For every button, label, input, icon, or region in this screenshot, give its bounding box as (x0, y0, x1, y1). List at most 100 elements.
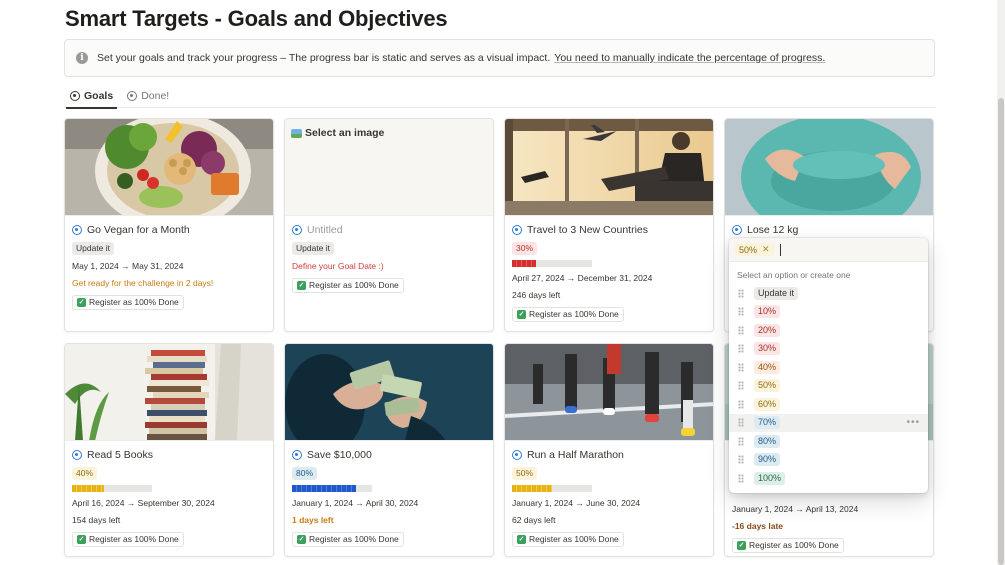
option-label: 60% (754, 397, 781, 411)
select-input[interactable]: 50% ✕ (729, 238, 928, 262)
register-done-button[interactable]: ✓ Register as 100% Done (292, 278, 404, 293)
drag-handle-icon[interactable] (738, 325, 744, 335)
dropdown-option[interactable]: 10% (729, 303, 928, 322)
text-caret (779, 243, 781, 256)
dropdown-option[interactable]: 90% (729, 451, 928, 470)
scrollbar[interactable] (997, 0, 1005, 565)
drag-handle-icon[interactable] (738, 288, 744, 298)
goal-icon (512, 449, 522, 460)
dropdown-option[interactable]: 20% (729, 321, 928, 340)
drag-handle-icon[interactable] (738, 455, 744, 465)
progress-bar (72, 485, 152, 492)
callout-link[interactable]: You need to manually indicate the percen… (554, 52, 825, 64)
date-range: April 27, 2024 → December 31, 2024 (512, 273, 653, 283)
view-tabs: Goals Done! (64, 84, 935, 109)
goal-card[interactable]: Read 5 Books 40% April 16, 2024 → Septem… (64, 343, 274, 557)
drag-handle-icon[interactable] (738, 362, 744, 372)
check-icon: ✓ (517, 310, 526, 319)
tab-goals[interactable]: Goals (64, 84, 119, 109)
progress-tag[interactable]: 80% (292, 467, 318, 480)
progress-bar (292, 485, 372, 492)
goal-icon (72, 224, 82, 235)
tab-done[interactable]: Done! (121, 84, 175, 108)
dropdown-option[interactable]: Update it (729, 284, 928, 303)
goal-icon (732, 224, 742, 235)
card-title: Untitled (292, 222, 486, 237)
status-text: 1 days left (292, 515, 334, 525)
progress-tag[interactable]: 50% (512, 467, 538, 480)
remove-chip-icon[interactable]: ✕ (762, 244, 770, 255)
selected-chip: 50% ✕ (735, 243, 774, 256)
check-icon: ✓ (77, 298, 86, 307)
register-done-button[interactable]: ✓ Register as 100% Done (512, 307, 624, 322)
goal-icon (292, 224, 302, 235)
info-icon: i (76, 52, 88, 64)
dropdown-option[interactable]: 50% (729, 377, 928, 396)
card-title: Save $10,000 (292, 447, 486, 462)
cover-image (725, 119, 933, 216)
drag-handle-icon[interactable] (738, 381, 744, 391)
progress-bar-fill (512, 485, 552, 492)
option-label: 10% (754, 305, 781, 319)
drag-handle-icon[interactable] (738, 399, 744, 409)
drag-handle-icon[interactable] (738, 344, 744, 354)
status-text: 246 days left (512, 290, 561, 300)
status-text: Define your Goal Date :) (292, 261, 384, 271)
progress-tag[interactable]: Update it (72, 242, 115, 255)
target-icon (127, 91, 138, 101)
select-image-label[interactable]: Select an image (291, 127, 384, 139)
status-text: 154 days left (72, 515, 121, 525)
goal-card[interactable]: Save $10,000 80% January 1, 2024 → April… (284, 343, 494, 557)
check-icon: ✓ (737, 541, 746, 550)
dropdown-option[interactable]: 70% ••• (729, 413, 928, 432)
date-range: January 1, 2024 → April 30, 2024 (292, 498, 419, 508)
drag-handle-icon[interactable] (738, 418, 744, 428)
card-title: Travel to 3 New Countries (512, 222, 706, 237)
progress-tag[interactable]: 30% (512, 242, 538, 255)
card-title: Read 5 Books (72, 447, 266, 462)
progress-bar (512, 260, 592, 267)
register-done-button[interactable]: ✓ Register as 100% Done (292, 532, 404, 547)
option-label: Update it (754, 286, 799, 300)
status-text: 62 days left (512, 515, 556, 525)
goal-card[interactable]: Travel to 3 New Countries 30% April 27, … (504, 118, 714, 332)
option-label: 30% (754, 342, 781, 356)
register-done-button[interactable]: ✓ Register as 100% Done (72, 532, 184, 547)
date-range: May 1, 2024 → May 31, 2024 (72, 261, 184, 271)
check-icon: ✓ (297, 281, 306, 290)
goal-card[interactable]: Go Vegan for a Month Update it May 1, 20… (64, 118, 274, 332)
option-label: 50% (754, 379, 781, 393)
dropdown-option[interactable]: 60% (729, 395, 928, 414)
progress-bar-fill (72, 485, 104, 492)
status-text: -16 days late (732, 521, 784, 531)
dropdown-option[interactable]: 100% (729, 469, 928, 488)
more-options-icon[interactable]: ••• (906, 417, 920, 428)
scrollbar-thumb[interactable] (998, 98, 1004, 565)
progress-select-dropdown: 50% ✕ Select an option or create one Upda… (729, 238, 928, 493)
card-title: Run a Half Marathon (512, 447, 706, 462)
cover-placeholder[interactable]: Select an image (285, 119, 493, 216)
goal-card[interactable]: Select an image Untitled Update it Defin… (284, 118, 494, 332)
dropdown-option[interactable]: 80% (729, 432, 928, 451)
goal-card[interactable]: Run a Half Marathon 50% January 1, 2024 … (504, 343, 714, 557)
drag-handle-icon[interactable] (738, 436, 744, 446)
dropdown-option[interactable]: 30% (729, 340, 928, 359)
progress-bar-fill (512, 260, 536, 267)
progress-tag[interactable]: 40% (72, 467, 98, 480)
dropdown-option[interactable]: 40% (729, 358, 928, 377)
goal-icon (512, 224, 522, 235)
cover-image (65, 344, 273, 441)
drag-handle-icon[interactable] (738, 307, 744, 317)
progress-tag[interactable]: Update it (292, 242, 335, 255)
check-icon: ✓ (297, 535, 306, 544)
register-done-button[interactable]: ✓ Register as 100% Done (512, 532, 624, 547)
register-done-button[interactable]: ✓ Register as 100% Done (72, 295, 184, 310)
date-range: January 1, 2024 → June 30, 2024 (512, 498, 641, 508)
drag-handle-icon[interactable] (738, 473, 744, 483)
card-title: Go Vegan for a Month (72, 222, 266, 237)
option-label: 40% (754, 360, 781, 374)
option-label: 70% (754, 416, 781, 430)
cover-image (505, 119, 713, 216)
dropdown-hint: Select an option or create one (737, 270, 851, 280)
register-done-button[interactable]: ✓ Register as 100% Done (732, 538, 844, 553)
